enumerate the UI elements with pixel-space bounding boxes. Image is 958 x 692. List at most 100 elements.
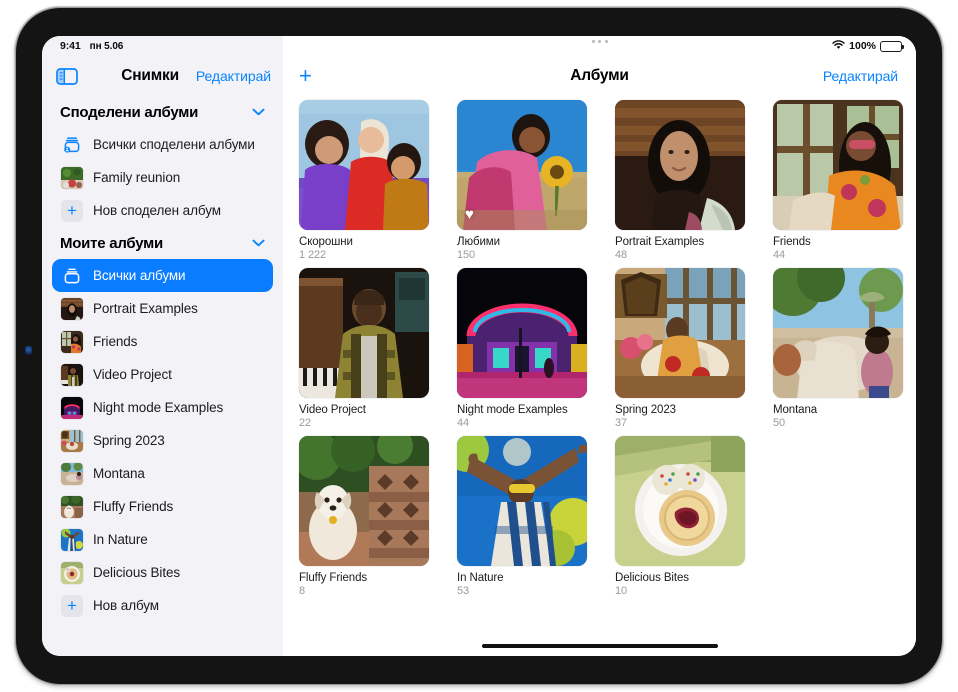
- album-name: Montana: [773, 404, 903, 416]
- album-name: In Nature: [457, 572, 587, 584]
- battery-icon: [880, 41, 902, 52]
- album-thumbnail: [61, 562, 83, 584]
- album-thumbnail: [61, 167, 83, 189]
- sidebar-item-fluffy-friends[interactable]: Fluffy Friends: [52, 490, 273, 523]
- album-thumbnail: [61, 397, 83, 419]
- sidebar-item-label: Video Project: [93, 367, 172, 382]
- album-card[interactable]: Spring 2023 37: [615, 268, 745, 429]
- album-thumbnail: [61, 298, 83, 320]
- sidebar-item-portrait-examples[interactable]: Portrait Examples: [52, 292, 273, 325]
- album-card[interactable]: In Nature 53: [457, 436, 587, 597]
- sidebar-item-montana[interactable]: Montana: [52, 457, 273, 490]
- album-grid: Скорошни 1 222: [283, 96, 916, 656]
- album-card[interactable]: ♥ Любими 150: [457, 100, 587, 261]
- sidebar: Снимки Редактирай Споделени албуми: [42, 56, 283, 656]
- album-cover-photo[interactable]: [615, 100, 745, 230]
- album-name: Скорошни: [299, 236, 429, 248]
- sidebar-section-shared-albums[interactable]: Споделени албуми: [52, 96, 273, 128]
- sidebar-item-label: Fluffy Friends: [93, 499, 173, 514]
- album-thumbnail: [61, 463, 83, 485]
- album-count: 48: [615, 249, 745, 261]
- sidebar-item-all-albums[interactable]: Всички албуми: [52, 259, 273, 292]
- album-name: Portrait Examples: [615, 236, 745, 248]
- album-count: 44: [457, 417, 587, 429]
- album-count: 50: [773, 417, 903, 429]
- sidebar-item-label: Portrait Examples: [93, 301, 198, 316]
- sidebar-toggle-icon[interactable]: [56, 68, 78, 85]
- album-count: 53: [457, 585, 587, 597]
- main-toolbar: + Албуми Редактирай: [283, 56, 916, 96]
- sidebar-item-spring-2023[interactable]: Spring 2023: [52, 424, 273, 457]
- wifi-icon: [832, 40, 845, 53]
- sidebar-item-label: Нов албум: [93, 598, 159, 613]
- tablet-screen: 9:41 пн 5.06 100%: [42, 36, 916, 656]
- home-indicator[interactable]: [482, 644, 718, 648]
- album-card[interactable]: Скорошни 1 222: [299, 100, 429, 261]
- album-card[interactable]: Video Project 22: [299, 268, 429, 429]
- sidebar-header: Снимки Редактирай: [42, 56, 283, 96]
- sidebar-item-label: Нов споделен албум: [93, 203, 221, 218]
- album-card[interactable]: Montana 50: [773, 268, 903, 429]
- album-cover-photo[interactable]: [299, 100, 429, 230]
- plus-icon: +: [61, 595, 83, 617]
- album-count: 150: [457, 249, 587, 261]
- add-album-button[interactable]: +: [299, 65, 312, 87]
- album-cover-photo[interactable]: [457, 268, 587, 398]
- album-card[interactable]: Friends 44: [773, 100, 903, 261]
- battery-percentage: 100%: [849, 40, 876, 52]
- sidebar-item-new-shared-album[interactable]: + Нов споделен албум: [52, 194, 273, 227]
- sidebar-scroll-area[interactable]: Споделени албуми: [42, 96, 283, 656]
- album-name: Night mode Examples: [457, 404, 587, 416]
- sidebar-item-delicious-bites[interactable]: Delicious Bites: [52, 556, 273, 589]
- album-cover-photo[interactable]: [457, 436, 587, 566]
- main-content: + Албуми Редактирай: [283, 56, 916, 656]
- sidebar-item-label: Montana: [93, 466, 145, 481]
- album-thumbnail: [61, 529, 83, 551]
- album-count: 37: [615, 417, 745, 429]
- album-name: Video Project: [299, 404, 429, 416]
- sidebar-item-label: Friends: [93, 334, 137, 349]
- album-name: Friends: [773, 236, 903, 248]
- tablet-device-frame: 9:41 пн 5.06 100%: [16, 8, 942, 684]
- status-bar-right-background: [283, 36, 916, 56]
- main-edit-button[interactable]: Редактирай: [823, 68, 898, 84]
- sidebar-section-title: Споделени албуми: [60, 104, 198, 121]
- album-cover-photo[interactable]: [299, 436, 429, 566]
- sidebar-item-label: Delicious Bites: [93, 565, 180, 580]
- album-card[interactable]: Night mode Examples 44: [457, 268, 587, 429]
- chevron-down-icon[interactable]: [252, 234, 265, 252]
- album-cover-photo[interactable]: [615, 268, 745, 398]
- album-cover-photo[interactable]: [773, 268, 903, 398]
- album-cover-photo[interactable]: [299, 268, 429, 398]
- album-cover-photo[interactable]: [615, 436, 745, 566]
- album-name: Spring 2023: [615, 404, 745, 416]
- sidebar-item-night-mode-examples[interactable]: Night mode Examples: [52, 391, 273, 424]
- sidebar-section-my-albums[interactable]: Моите албуми: [52, 227, 273, 259]
- album-cover-photo[interactable]: [773, 100, 903, 230]
- date-label: пн 5.06: [90, 41, 124, 52]
- shared-albums-icon: [61, 134, 83, 156]
- sidebar-item-all-shared-albums[interactable]: Всички споделени албуми: [52, 128, 273, 161]
- album-name: Любими: [457, 236, 587, 248]
- album-card[interactable]: Delicious Bites 10: [615, 436, 745, 597]
- album-card[interactable]: Portrait Examples 48: [615, 100, 745, 261]
- sidebar-item-label: Family reunion: [93, 170, 180, 185]
- heart-icon: ♥: [465, 207, 474, 222]
- sidebar-edit-button[interactable]: Редактирай: [196, 68, 271, 84]
- sidebar-item-label: Всички албуми: [93, 268, 185, 283]
- sidebar-item-friends[interactable]: Friends: [52, 325, 273, 358]
- album-count: 44: [773, 249, 903, 261]
- chevron-down-icon[interactable]: [252, 103, 265, 121]
- status-bar-right: 100%: [832, 36, 902, 56]
- sidebar-item-family-reunion[interactable]: Family reunion: [52, 161, 273, 194]
- plus-icon: +: [61, 200, 83, 222]
- app-body: Снимки Редактирай Споделени албуми: [42, 56, 916, 656]
- status-bar-left: 9:41 пн 5.06: [42, 40, 123, 52]
- sidebar-item-in-nature[interactable]: In Nature: [52, 523, 273, 556]
- album-count: 22: [299, 417, 429, 429]
- sidebar-item-new-album[interactable]: + Нов албум: [52, 589, 273, 622]
- sidebar-item-video-project[interactable]: Video Project: [52, 358, 273, 391]
- album-card[interactable]: Fluffy Friends 8: [299, 436, 429, 597]
- album-cover-photo[interactable]: ♥: [457, 100, 587, 230]
- sidebar-item-label: Night mode Examples: [93, 400, 223, 415]
